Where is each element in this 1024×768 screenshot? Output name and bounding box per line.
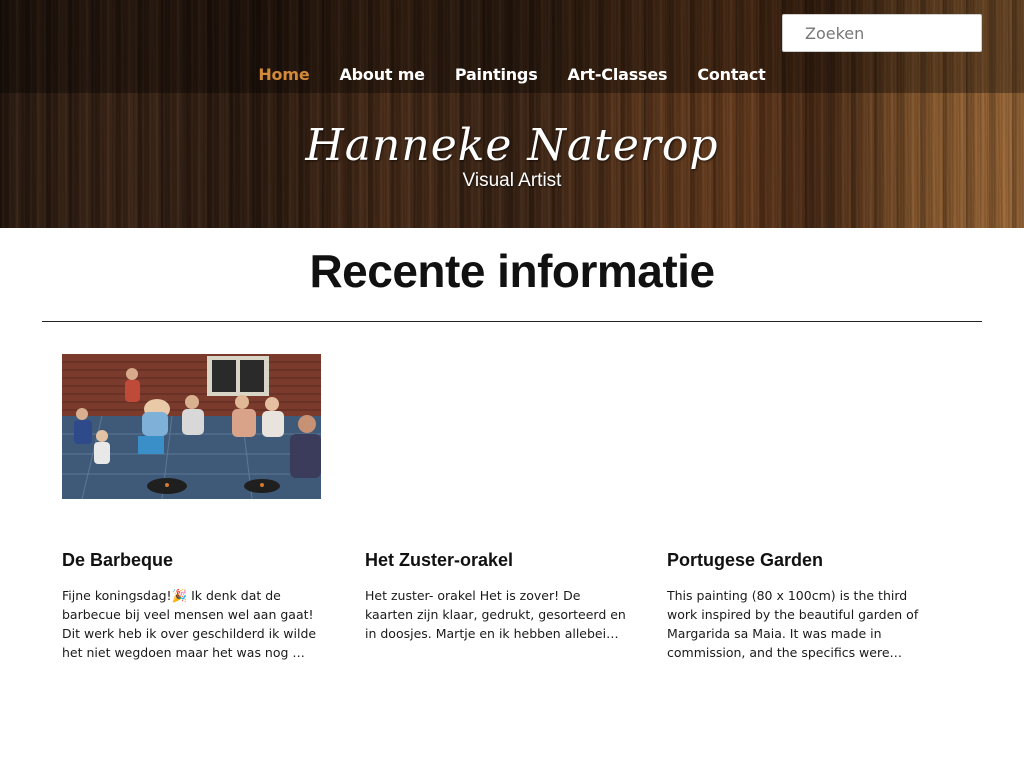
post-title[interactable]: De Barbeque [62, 550, 324, 571]
post-excerpt: This painting (80 x 100cm) is the third … [667, 588, 919, 660]
nav-item-home[interactable]: Home [243, 64, 324, 88]
nav-item-art-classes[interactable]: Art-Classes [553, 64, 683, 88]
nav-item-contact[interactable]: Contact [682, 64, 780, 88]
post-excerpt: Fijne koningsdag!🎉 Ik denk dat de barbec… [62, 588, 317, 660]
post-excerpt: Het zuster- orakel Het is zover! De kaar… [365, 588, 626, 641]
site-header: Home About me Paintings Art-Classes Cont… [0, 0, 1024, 228]
site-brand[interactable]: Hanneke Naterop Visual Artist [0, 118, 1024, 192]
nav-item-about-me[interactable]: About me [324, 64, 439, 88]
site-logo-name[interactable]: Hanneke Naterop [0, 118, 1024, 174]
nav-item-paintings[interactable]: Paintings [440, 64, 553, 88]
main-nav: Home About me Paintings Art-Classes Cont… [0, 64, 1024, 88]
post-title[interactable]: Portugese Garden [667, 550, 929, 571]
site-tagline: Visual Artist [462, 170, 562, 191]
search-input[interactable] [782, 14, 982, 52]
post-title[interactable]: Het Zuster-orakel [365, 550, 627, 571]
post-card: De Barbeque Fijne koningsdag!🎉 Ik denk d… [62, 354, 324, 660]
page-title: Recente informatie [309, 245, 715, 297]
title-divider [42, 321, 982, 322]
post-thumbnail[interactable] [62, 354, 321, 499]
